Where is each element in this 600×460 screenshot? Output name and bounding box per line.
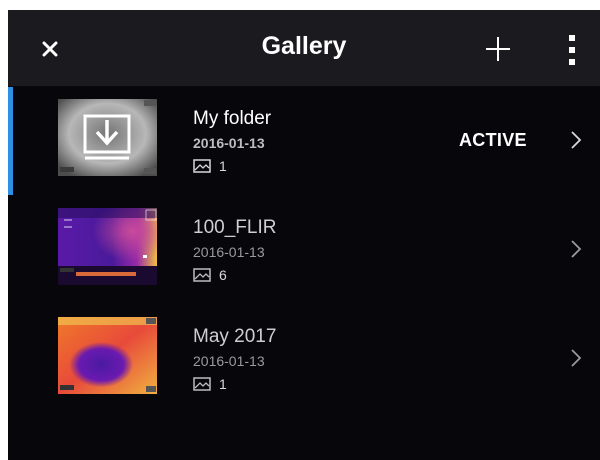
image-icon	[193, 268, 211, 282]
chevron-right-icon[interactable]	[570, 129, 582, 151]
gallery-screen: Gallery My folder 2016-01-13 1 ACTIVE 10…	[8, 10, 600, 460]
chevron-right-icon[interactable]	[570, 347, 582, 369]
plus-icon	[486, 37, 510, 61]
app-header: Gallery	[8, 10, 600, 86]
folder-name: 100_FLIR	[193, 217, 277, 238]
more-options-button[interactable]	[561, 32, 583, 68]
folder-date: 2016-01-13	[193, 353, 265, 369]
folder-thumbnail	[58, 208, 157, 285]
folder-name: My folder	[193, 108, 272, 129]
folder-date: 2016-01-13	[193, 135, 265, 151]
image-count: 1	[193, 375, 276, 393]
thermal-image	[58, 317, 157, 394]
download-folder-icon	[58, 99, 157, 176]
folder-name: May 2017	[193, 326, 277, 347]
folder-thumbnail	[58, 99, 157, 176]
more-vertical-icon	[569, 35, 575, 65]
folder-row-may-2017[interactable]: May 2017 2016-01-13 1	[8, 305, 600, 413]
folder-info: My folder 2016-01-13 1	[193, 108, 271, 175]
folder-info: 100_FLIR 2016-01-13 6	[193, 217, 276, 284]
thermal-image	[58, 208, 157, 285]
folder-row-100-flir[interactable]: 100_FLIR 2016-01-13 6	[8, 196, 600, 304]
folder-info: May 2017 2016-01-13 1	[193, 326, 276, 393]
active-indicator	[8, 87, 13, 195]
chevron-right-icon[interactable]	[570, 238, 582, 260]
image-count: 6	[193, 266, 276, 284]
image-icon	[193, 377, 211, 391]
image-count: 1	[193, 157, 271, 175]
active-status-label: ACTIVE	[459, 130, 527, 150]
folder-date: 2016-01-13	[193, 244, 265, 260]
folder-thumbnail	[58, 317, 157, 394]
image-icon	[193, 159, 211, 173]
image-count-value: 1	[219, 376, 227, 392]
add-folder-button[interactable]	[481, 32, 515, 66]
image-count-value: 1	[219, 158, 227, 174]
image-count-value: 6	[219, 267, 227, 283]
folder-row-my-folder[interactable]: My folder 2016-01-13 1 ACTIVE	[8, 87, 600, 195]
